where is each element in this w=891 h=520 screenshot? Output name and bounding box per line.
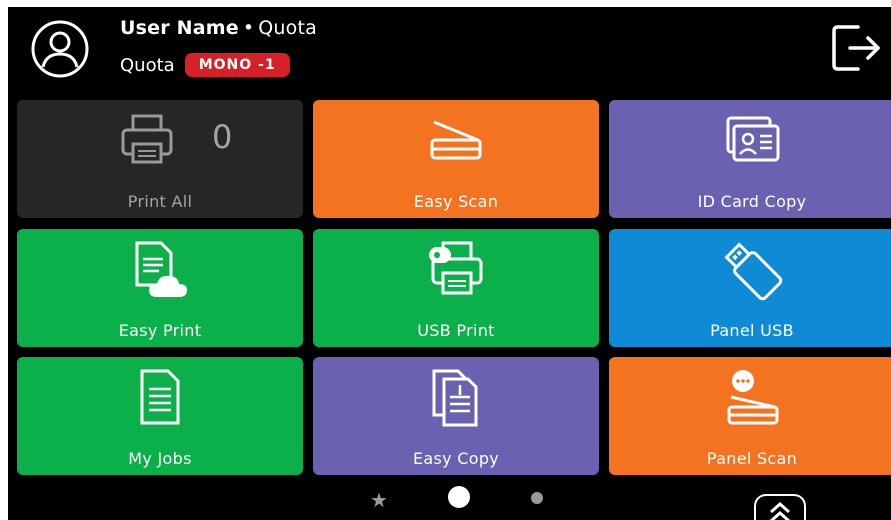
document-icon	[140, 369, 180, 425]
page-dot[interactable]	[531, 492, 543, 504]
panel-scan-icon	[727, 370, 779, 425]
tile-usb-print[interactable]: USB Print	[313, 229, 599, 347]
user-line: User Name • Quota	[120, 17, 317, 39]
usb-printer-icon	[429, 241, 483, 295]
tile-easy-copy[interactable]: Easy Copy	[313, 357, 599, 475]
double-chevron-up-icon	[770, 501, 790, 520]
tile-label: Print All	[127, 192, 193, 211]
quota-badge: MONO -1	[184, 53, 290, 77]
user-avatar-icon[interactable]	[30, 19, 90, 79]
tile-label: Panel USB	[710, 321, 794, 340]
quota-title: Quota	[258, 17, 317, 39]
quota-label: Quota	[120, 54, 175, 76]
tile-panel-usb[interactable]: Panel USB	[609, 229, 891, 347]
device-panel: User Name • Quota Quota MONO -1 0 Print Al…	[8, 7, 891, 520]
separator-dot: •	[242, 17, 255, 39]
tile-label: USB Print	[417, 321, 495, 340]
quota-line: Quota MONO -1	[120, 53, 290, 77]
copy-icon	[432, 369, 478, 427]
header: User Name • Quota Quota MONO -1	[8, 7, 891, 95]
usb-drive-icon	[724, 242, 783, 301]
logout-icon[interactable]	[828, 21, 882, 75]
scanner-icon	[430, 120, 482, 160]
tile-easy-scan[interactable]: Easy Scan	[313, 100, 599, 218]
tile-my-jobs[interactable]: My Jobs	[17, 357, 303, 475]
tile-label: Easy Print	[118, 321, 202, 340]
tile-label: Easy Scan	[413, 192, 499, 211]
page-indicator: ★	[8, 485, 891, 520]
cloud-document-icon	[135, 241, 187, 297]
id-card-icon	[726, 116, 780, 162]
tile-label: Easy Copy	[412, 449, 500, 468]
tile-label: My Jobs	[128, 449, 192, 468]
expand-tray-button[interactable]	[754, 494, 806, 520]
page-dot-active[interactable]	[448, 486, 470, 508]
tile-panel-scan[interactable]: Panel Scan	[609, 357, 891, 475]
printer-icon	[121, 114, 173, 164]
tile-label: Panel Scan	[706, 449, 798, 468]
tile-easy-print[interactable]: Easy Print	[17, 229, 303, 347]
tile-label: ID Card Copy	[697, 192, 807, 211]
tile-print-all[interactable]: 0 Print All	[17, 100, 303, 218]
tile-id-card-copy[interactable]: ID Card Copy	[609, 100, 891, 218]
star-icon[interactable]: ★	[370, 488, 388, 512]
user-name: User Name	[120, 17, 239, 39]
print-all-count: 0	[212, 118, 233, 156]
